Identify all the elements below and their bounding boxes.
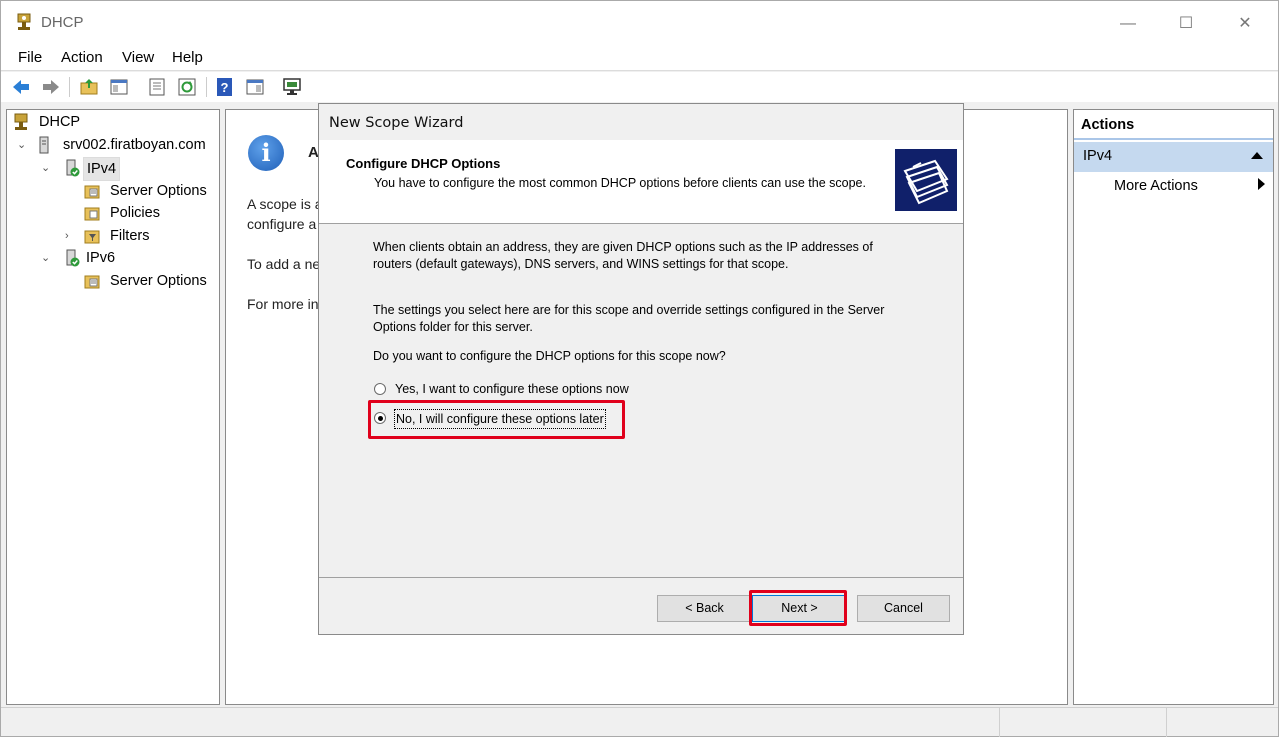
new-scope-wizard-dialog: New Scope Wizard Configure DHCP Options … bbox=[318, 103, 964, 635]
toolbar: ? bbox=[1, 72, 1278, 102]
results-text-line: To add a ne bbox=[247, 256, 321, 272]
window-title: DHCP bbox=[41, 14, 84, 31]
minimize-button[interactable]: — bbox=[1113, 11, 1143, 37]
wizard-folders-icon bbox=[895, 149, 957, 211]
wizard-title: New Scope Wizard bbox=[329, 115, 464, 131]
menu-file[interactable]: File bbox=[18, 49, 42, 66]
menu-view[interactable]: View bbox=[122, 49, 154, 66]
policies-icon bbox=[84, 207, 100, 221]
toolbar-separator bbox=[206, 77, 207, 97]
wizard-question: Do you want to configure the DHCP option… bbox=[373, 349, 726, 363]
tree-item-policies[interactable]: Policies bbox=[83, 202, 213, 224]
chevron-down-icon[interactable]: ⌄ bbox=[41, 247, 50, 269]
forward-arrow-icon[interactable] bbox=[41, 77, 61, 97]
wizard-page-title: Configure DHCP Options bbox=[346, 156, 501, 171]
actions-group-ipv4[interactable]: IPv4 bbox=[1074, 142, 1273, 172]
status-bar bbox=[1, 707, 1278, 737]
info-icon: i bbox=[248, 135, 284, 171]
maximize-button[interactable]: ☐ bbox=[1171, 11, 1201, 37]
tree-item-server[interactable]: ⌄ srv002.firatboyan.com bbox=[15, 134, 215, 156]
dhcp-root-icon bbox=[14, 113, 28, 130]
submenu-arrow-icon[interactable] bbox=[1258, 178, 1265, 190]
title-bar: DHCP — ☐ ✕ bbox=[1, 1, 1278, 45]
properties-icon[interactable] bbox=[147, 77, 167, 97]
console-tree: DHCP ⌄ srv002.firatboyan.com ⌄ IPv4 Serv… bbox=[6, 109, 220, 705]
server-options-icon bbox=[84, 185, 100, 199]
status-divider bbox=[1166, 708, 1167, 737]
tree-label: Server Options bbox=[110, 273, 207, 289]
tree-item-ipv6-server-options[interactable]: Server Options bbox=[83, 270, 213, 292]
tree-label: IPv4 bbox=[83, 157, 121, 181]
actions-header: Actions bbox=[1074, 110, 1273, 140]
tree-item-dhcp[interactable]: DHCP bbox=[12, 111, 212, 133]
tree-label: Filters bbox=[110, 228, 150, 244]
tree-item-filters[interactable]: › Filters bbox=[65, 225, 215, 247]
chevron-right-icon[interactable]: › bbox=[65, 225, 69, 247]
actions-pane: Actions IPv4 More Actions bbox=[1073, 109, 1274, 705]
wizard-paragraph-2: The settings you select here are for thi… bbox=[373, 303, 885, 334]
ipv6-green-check-icon bbox=[66, 249, 80, 267]
annotation-highlight-next bbox=[749, 590, 847, 626]
wizard-paragraph-1: When clients obtain an address, they are… bbox=[373, 240, 873, 271]
tree-label: Policies bbox=[110, 205, 160, 221]
filters-icon bbox=[84, 230, 100, 244]
collapse-icon[interactable] bbox=[1251, 152, 1263, 159]
ipv4-green-check-icon bbox=[66, 159, 80, 177]
back-button[interactable]: < Back bbox=[657, 595, 752, 622]
tree-item-ipv6[interactable]: ⌄ IPv6 bbox=[41, 247, 211, 269]
tree-label: srv002.firatboyan.com bbox=[63, 137, 206, 153]
results-text-line: configure a bbox=[247, 216, 317, 232]
menu-action[interactable]: Action bbox=[61, 49, 103, 66]
server-icon bbox=[39, 136, 49, 154]
up-folder-icon[interactable] bbox=[79, 77, 99, 97]
wizard-header: Configure DHCP Options You have to confi… bbox=[319, 140, 963, 224]
radio-configure-now[interactable] bbox=[374, 383, 386, 395]
cancel-button[interactable]: Cancel bbox=[857, 595, 950, 622]
status-divider bbox=[999, 708, 1000, 737]
actions-group-label: IPv4 bbox=[1083, 148, 1113, 164]
wizard-page-subtitle: You have to configure the most common DH… bbox=[374, 176, 866, 190]
tree-label: IPv6 bbox=[86, 250, 116, 266]
wizard-footer-divider bbox=[319, 577, 963, 578]
more-actions-link[interactable]: More Actions bbox=[1114, 178, 1198, 194]
tree-item-ipv4[interactable]: ⌄ IPv4 bbox=[41, 157, 211, 181]
help-icon[interactable]: ? bbox=[215, 77, 235, 97]
tree-label: Server Options bbox=[110, 183, 207, 199]
refresh-icon[interactable] bbox=[177, 77, 197, 97]
svg-text:?: ? bbox=[221, 80, 229, 95]
show-hide-action-pane-icon[interactable] bbox=[245, 77, 265, 97]
dhcp-app-icon bbox=[17, 13, 31, 30]
back-arrow-icon[interactable] bbox=[11, 77, 31, 97]
show-hide-tree-icon[interactable] bbox=[109, 77, 129, 97]
mmc-window: DHCP — ☐ ✕ File Action View Help ? DHCP … bbox=[0, 0, 1279, 737]
chevron-down-icon[interactable]: ⌄ bbox=[17, 134, 26, 156]
toolbar-separator bbox=[69, 77, 70, 97]
results-text-line: For more in bbox=[247, 296, 319, 312]
option-configure-now[interactable]: Yes, I want to configure these options n… bbox=[374, 380, 694, 398]
menu-help[interactable]: Help bbox=[172, 49, 203, 66]
server-options-icon bbox=[84, 275, 100, 289]
tree-item-ipv4-server-options[interactable]: Server Options bbox=[83, 180, 213, 202]
menu-bar: File Action View Help bbox=[1, 45, 1278, 71]
radio-label: Yes, I want to configure these options n… bbox=[395, 382, 629, 396]
close-button[interactable]: ✕ bbox=[1230, 11, 1260, 37]
results-text-line: A scope is a bbox=[247, 196, 323, 212]
tree-label: DHCP bbox=[39, 114, 81, 130]
monitor-icon[interactable] bbox=[282, 77, 302, 97]
annotation-highlight-option bbox=[368, 400, 625, 439]
chevron-down-icon[interactable]: ⌄ bbox=[41, 157, 50, 179]
